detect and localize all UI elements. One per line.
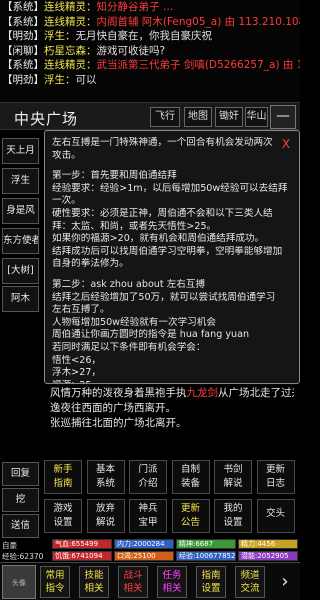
- popup-line: [52, 271, 292, 279]
- popup-line: 经验要求：经验>1m，以后每增加50w经验可以去结拜: [52, 182, 288, 194]
- popup-line: 拜：太监、和尚，或者先天悟性>25。: [52, 220, 217, 232]
- popup-line: 浮木>27，: [52, 367, 102, 379]
- player-name: 自豪: [2, 541, 17, 550]
- popup-line: [52, 162, 292, 170]
- player-button[interactable]: 东方使者: [2, 228, 39, 254]
- send-letter-button[interactable]: 送信: [2, 514, 39, 538]
- avatar[interactable]: 头像: [2, 565, 36, 599]
- popup-line: 结拜之后经验增加了50万，就可以尝试找周伯通学习: [52, 291, 276, 303]
- status-bar: 精力:4456: [238, 539, 298, 549]
- help-popup[interactable]: X 左右互搏是一门特殊神通，一个回合有机会发动两次 攻击。第一步：首先要和周伯通结…: [44, 130, 300, 384]
- popup-text: 左右互搏是一门特殊神通，一个回合有机会发动两次 攻击。第一步：首先要和周伯通结拜经…: [52, 137, 292, 383]
- popup-line: 自身的拳法修为。: [52, 258, 129, 270]
- close-icon[interactable]: X: [279, 137, 293, 151]
- player-button[interactable]: 天上月: [2, 138, 39, 164]
- popup-line: 第一步：首先要和周伯通结拜: [52, 170, 177, 182]
- reply-button[interactable]: 回复: [2, 462, 39, 486]
- command-button[interactable]: 交头: [256, 499, 295, 533]
- player-button[interactable]: 浮生: [2, 168, 39, 194]
- traitor-button[interactable]: 锄奸: [215, 107, 243, 127]
- status-bar-label: 气血:655499: [55, 540, 99, 548]
- popup-line: 若同时满足以下条件即有机会学会：: [52, 341, 206, 353]
- toolbar-button[interactable]: 战斗 相关: [118, 566, 148, 598]
- command-button[interactable]: 更新 日志: [256, 460, 295, 494]
- location-title: 中央广场: [14, 110, 79, 128]
- status-bar-label: 精神:6687: [179, 540, 214, 548]
- status-bar: 饥饿:6741094: [52, 551, 112, 561]
- bottom-toolbar: 头像 常用 指令 技能 相关 战斗 相关 任务 相关 指南 设置 频道 交流 ›: [0, 562, 300, 600]
- experience-label: 经验:62370: [2, 552, 44, 561]
- status-bar: 潜能:2052905: [238, 551, 298, 561]
- chat-line: 【明劲】浮生：无月快自豪在，你我自豪庆祝: [2, 30, 212, 42]
- toolbar-button[interactable]: 任务 相关: [157, 566, 187, 598]
- chat-line: 【闲聊】朽星忘森：游戏可收徒吗?: [2, 44, 166, 57]
- status-bar: 口渴:25100: [114, 551, 174, 561]
- command-button[interactable]: 神兵 宝甲: [129, 499, 167, 533]
- command-button[interactable]: 基本 系统: [86, 460, 125, 494]
- command-button[interactable]: 游戏 设置: [44, 499, 82, 533]
- player-button[interactable]: 身是风: [2, 198, 39, 224]
- player-button[interactable]: [大树]: [2, 258, 39, 284]
- player-button[interactable]: 阿木: [2, 286, 39, 312]
- command-button[interactable]: 门派 介绍: [129, 460, 167, 494]
- status-bar: 气血:655499: [52, 539, 112, 549]
- command-button[interactable]: 书剑 解说: [214, 460, 252, 494]
- chevron-right-icon[interactable]: ›: [274, 571, 296, 593]
- status-bar-label: 内力:2000284: [117, 540, 165, 548]
- popup-line: 人物每增加50w经验就有一次学习机会: [52, 316, 216, 328]
- toolbar-button[interactable]: 指南 设置: [196, 566, 226, 598]
- room-line: 张巡捕往北面的广场北离开。: [50, 417, 187, 429]
- chat-log[interactable]: 【系统】连线精灵：知分静谷弟子 … 【系统】连线精灵：内阁首辅 阿木(Feng0…: [0, 0, 300, 102]
- status-bar-label: 精力:4456: [241, 540, 276, 548]
- huashan-button[interactable]: 华山: [245, 107, 268, 127]
- map-button[interactable]: 地图: [184, 107, 212, 127]
- status-bar: 精神:6687: [176, 539, 236, 549]
- status-bar-label: 潜能:2052905: [241, 552, 289, 560]
- dig-button[interactable]: 挖: [2, 488, 39, 512]
- status-bar-label: 经验:100677852: [179, 552, 236, 560]
- room-line: 逸夜往西面的广场西离开。: [50, 402, 176, 414]
- toolbar-button[interactable]: 常用 指令: [40, 566, 70, 598]
- room-description: 风情万种的泼夜身着黑袍手执九龙剑从广场北走了过来。 逸夜往西面的广场西离开。 张…: [44, 384, 300, 458]
- popup-line: 第二步：ask zhou about 左右互搏: [52, 278, 206, 290]
- toolbar-button[interactable]: 频道 交流: [235, 566, 265, 598]
- status-bar: 经验:100677852: [176, 551, 236, 561]
- status-panel: 自豪 经验:62370 气血:655499 内力:2000284 精神:6687 精力…: [0, 538, 300, 562]
- menu-button[interactable]: —: [270, 105, 296, 129]
- chat-line: 【系统】连线精灵：武当派第三代弟子 剑嗔(D5266257_a) 由 117: [2, 59, 300, 71]
- popup-line: 悟性<26，: [52, 354, 102, 366]
- popup-line: 结拜成功后可以找周伯通学习空明拳，空明拳能够增加: [52, 245, 283, 257]
- command-button[interactable]: 放弃 解说: [86, 499, 125, 533]
- room-line: 风情万种的泼夜身着黑袍手执九龙剑从广场北走了过来。: [50, 387, 294, 399]
- fly-button[interactable]: 飞行: [150, 107, 180, 127]
- popup-line: 左右互搏是一门特殊神通，一个回合有机会发动两次: [52, 137, 273, 148]
- popup-line: 攻击。: [52, 149, 81, 161]
- chat-line: 【明劲】浮生：可以: [2, 73, 97, 86]
- command-button[interactable]: 我的 设置: [214, 499, 252, 533]
- command-button[interactable]: 更新 公告: [171, 499, 210, 533]
- popup-line: 如果你的福源>20，就有机会和周伯通结拜成功。: [52, 233, 265, 245]
- chat-line: 【系统】连线精灵：知分静谷弟子 …: [2, 1, 174, 13]
- command-button[interactable]: 自制 装备: [171, 460, 210, 494]
- location-bar: 中央广场 飞行 地图 锄奸 华山 —: [0, 102, 300, 130]
- status-bar: 内力:2000284: [114, 539, 174, 549]
- popup-line: 左右互搏了。: [52, 304, 110, 316]
- popup-line: 一次。: [52, 195, 81, 207]
- toolbar-button[interactable]: 技能 相关: [79, 566, 109, 598]
- chat-line: 【系统】连线精灵：内阁首辅 阿木(Feng05_a) 由 113.210.108…: [2, 15, 300, 28]
- popup-line: 硬性要求：必须是正神，周伯通不会和以下三类人结: [52, 207, 273, 219]
- popup-line: 周伯通让你画方圆时的指令是 hua fang yuan: [52, 329, 250, 341]
- command-grid: 新手 指南 基本 系统 门派 介绍 自制 装备 书剑 解说 更新 日志游戏 设置 放弃 解说…: [44, 460, 300, 538]
- command-button[interactable]: 新手 指南: [44, 460, 82, 494]
- status-bar-label: 口渴:25100: [117, 552, 156, 560]
- status-bar-label: 饥饿:6741094: [55, 552, 103, 560]
